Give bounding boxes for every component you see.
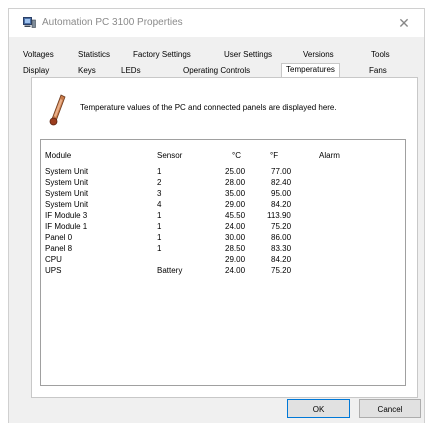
tab-versions[interactable]: Versions xyxy=(303,49,334,60)
temperature-table: Module Sensor °C °F Alarm System Unit 1 … xyxy=(40,139,406,386)
row-module: System Unit xyxy=(45,200,89,209)
tab-row-1: Voltages Statistics Factory Settings Use… xyxy=(23,49,418,60)
header-alarm: Alarm xyxy=(319,151,340,160)
row-celsius: 29.00 xyxy=(225,255,246,264)
row-module: UPS xyxy=(45,266,62,275)
computer-icon xyxy=(23,17,36,28)
row-celsius: 30.00 xyxy=(225,233,246,242)
row-module: CPU xyxy=(45,255,62,264)
row-fahrenheit: 83.30 xyxy=(271,244,292,253)
row-fahrenheit: 84.20 xyxy=(271,255,292,264)
tab-leds[interactable]: LEDs xyxy=(121,65,141,76)
row-sensor: 3 xyxy=(157,189,162,198)
row-sensor: Battery xyxy=(157,266,183,275)
row-sensor: 1 xyxy=(157,244,162,253)
tab-fans[interactable]: Fans xyxy=(369,65,387,76)
row-module: Panel 0 xyxy=(45,233,73,242)
panel-description: Temperature values of the PC and connect… xyxy=(80,103,337,112)
tab-keys[interactable]: Keys xyxy=(78,65,96,76)
row-module: System Unit xyxy=(45,178,89,187)
row-celsius: 28.50 xyxy=(225,244,246,253)
row-celsius: 35.00 xyxy=(225,189,246,198)
row-fahrenheit: 77.00 xyxy=(271,167,292,176)
cancel-button[interactable]: Cancel xyxy=(359,399,421,418)
tab-operating-controls[interactable]: Operating Controls xyxy=(183,65,250,76)
tab-temperatures[interactable]: Temperatures xyxy=(281,63,340,77)
row-celsius: 24.00 xyxy=(225,266,246,275)
temperatures-panel: Temperature values of the PC and connect… xyxy=(31,78,418,398)
row-fahrenheit: 82.40 xyxy=(271,178,292,187)
row-module: System Unit xyxy=(45,189,89,198)
row-module: System Unit xyxy=(45,167,89,176)
header-celsius: °C xyxy=(232,151,241,160)
row-celsius: 28.00 xyxy=(225,178,246,187)
tab-user-settings[interactable]: User Settings xyxy=(224,49,272,60)
row-module: Panel 8 xyxy=(45,244,73,253)
row-sensor: 4 xyxy=(157,200,162,209)
row-sensor: 1 xyxy=(157,222,162,231)
row-celsius: 45.50 xyxy=(225,211,246,220)
row-sensor: 1 xyxy=(157,233,162,242)
row-celsius: 24.00 xyxy=(225,222,246,231)
row-fahrenheit: 84.20 xyxy=(271,200,292,209)
tab-statistics[interactable]: Statistics xyxy=(78,49,110,60)
properties-window: Automation PC 3100 Properties ✕ Voltages… xyxy=(8,8,425,423)
row-fahrenheit: 75.20 xyxy=(271,222,292,231)
tab-row-2: Display Keys LEDs Operating Controls Tem… xyxy=(23,63,418,77)
row-fahrenheit: 113.90 xyxy=(267,211,291,220)
tab-display[interactable]: Display xyxy=(23,65,49,76)
header-module: Module xyxy=(45,151,72,160)
close-button[interactable]: ✕ xyxy=(394,13,414,33)
ok-button[interactable]: OK xyxy=(287,399,350,418)
row-sensor: 2 xyxy=(157,178,162,187)
row-sensor: 1 xyxy=(157,211,162,220)
row-module: IF Module 1 xyxy=(45,222,88,231)
row-sensor: 1 xyxy=(157,167,162,176)
tab-tools[interactable]: Tools xyxy=(371,49,390,60)
row-fahrenheit: 95.00 xyxy=(271,189,292,198)
row-celsius: 29.00 xyxy=(225,200,246,209)
row-celsius: 25.00 xyxy=(225,167,246,176)
tab-factory-settings[interactable]: Factory Settings xyxy=(133,49,191,60)
title-bar: Automation PC 3100 Properties ✕ xyxy=(9,9,424,37)
thermometer-icon xyxy=(49,94,67,126)
row-fahrenheit: 86.00 xyxy=(271,233,292,242)
header-sensor: Sensor xyxy=(157,151,183,160)
header-fahrenheit: °F xyxy=(270,151,279,160)
row-module: IF Module 3 xyxy=(45,211,88,220)
window-title: Automation PC 3100 Properties xyxy=(42,17,183,28)
tab-voltages[interactable]: Voltages xyxy=(23,49,54,60)
row-fahrenheit: 75.20 xyxy=(271,266,292,275)
